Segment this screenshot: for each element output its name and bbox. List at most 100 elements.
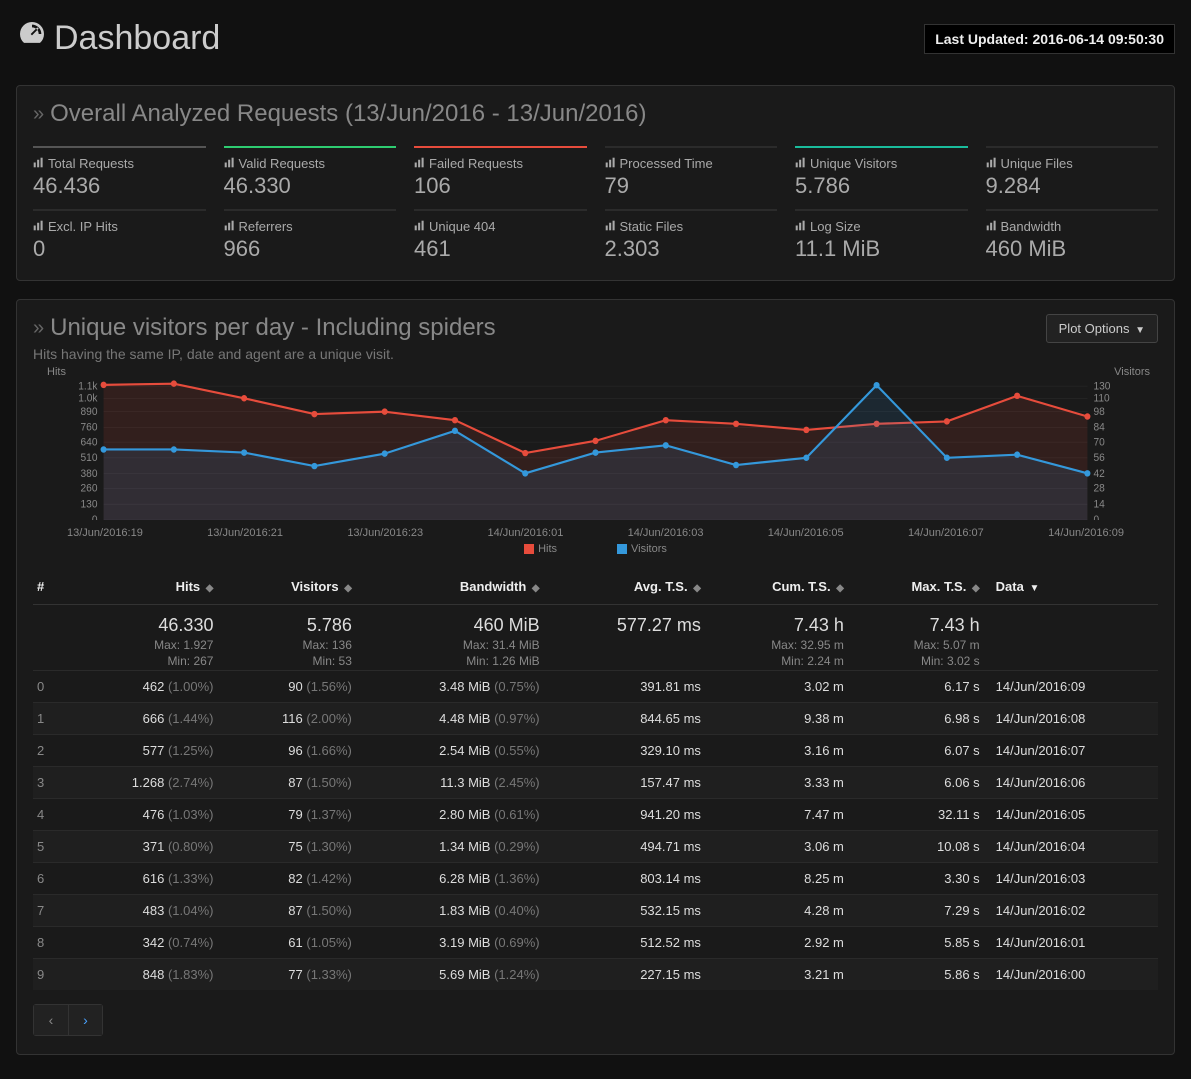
col-avg-t-s-[interactable]: Avg. T.S. ◆ (548, 569, 709, 605)
stat-referrers: Referrers966 (224, 209, 397, 262)
stat-excl-ip-hits: Excl. IP Hits 0 (33, 209, 206, 262)
stat-unique-visitors: Unique Visitors 5.786 (795, 146, 968, 199)
stat-label: Unique 404 (414, 219, 587, 234)
visitors-panel: » Unique visitors per day - Including sp… (16, 299, 1175, 1055)
chevrons-icon: » (33, 103, 44, 126)
visitors-chart: Hits Visitors 00130142602838042510566407… (67, 380, 1124, 555)
stat-value: 46.330 (224, 173, 397, 199)
sort-icon: ◆ (532, 583, 540, 594)
svg-text:28: 28 (1094, 483, 1105, 494)
stat-label: Unique Visitors (795, 156, 968, 171)
table-row[interactable]: 31.268 (2.74%)87 (1.50%)11.3 MiB (2.45%)… (33, 767, 1158, 799)
chart-legend: Hits Visitors (67, 543, 1124, 555)
bar-chart-icon (414, 156, 425, 171)
svg-text:56: 56 (1094, 453, 1105, 464)
svg-text:130: 130 (81, 499, 98, 510)
table-body: 46.3305.786460 MiB577.27 ms7.43 h7.43 hM… (33, 605, 1158, 991)
sort-icon: ◆ (972, 583, 980, 594)
sort-icon: ◆ (693, 583, 701, 594)
plot-options-button[interactable]: Plot Options ▼ (1046, 314, 1158, 343)
overall-panel: » Overall Analyzed Requests (13/Jun/2016… (16, 85, 1175, 281)
col-cum-t-s-[interactable]: Cum. T.S. ◆ (709, 569, 852, 605)
bar-chart-icon (33, 156, 44, 171)
stat-processed-time: Processed Time79 (605, 146, 778, 199)
stat-value: 79 (605, 173, 778, 199)
stat-value: 461 (414, 236, 587, 262)
col-max-t-s-[interactable]: Max. T.S. ◆ (852, 569, 988, 605)
table-row[interactable]: 4476 (1.03%)79 (1.37%)2.80 MiB (0.61%)94… (33, 799, 1158, 831)
chevrons-icon: » (33, 317, 44, 340)
stat-static-files: Static Files2.303 (605, 209, 778, 262)
stat-total-requests: Total Requests 46.436 (33, 146, 206, 199)
svg-text:14: 14 (1094, 499, 1105, 510)
table-row[interactable]: 8342 (0.74%)61 (1.05%)3.19 MiB (0.69%)51… (33, 927, 1158, 959)
bar-chart-icon (605, 156, 616, 171)
table-row[interactable]: 7483 (1.04%)87 (1.50%)1.83 MiB (0.40%)53… (33, 895, 1158, 927)
page-prev-button[interactable]: ‹ (34, 1005, 68, 1035)
col-data[interactable]: Data ▼ (988, 569, 1158, 605)
svg-text:1.0k: 1.0k (78, 393, 98, 404)
svg-text:42: 42 (1094, 469, 1105, 480)
page-next-button[interactable]: › (68, 1005, 102, 1035)
visitors-table: #Hits ◆Visitors ◆Bandwidth ◆Avg. T.S. ◆C… (33, 569, 1158, 990)
table-row[interactable]: 5371 (0.80%)75 (1.30%)1.34 MiB (0.29%)49… (33, 831, 1158, 863)
stat-grid: Total Requests46.436Valid Requests46.330… (33, 146, 1158, 262)
table-row[interactable]: 9848 (1.83%)77 (1.33%)5.69 MiB (1.24%)22… (33, 959, 1158, 991)
svg-text:380: 380 (81, 469, 98, 480)
bar-chart-icon (605, 219, 616, 234)
col-visitors[interactable]: Visitors ◆ (221, 569, 359, 605)
stat-label: Total Requests (33, 156, 206, 171)
stat-label: Bandwidth (986, 219, 1159, 234)
stat-value: 0 (33, 236, 206, 262)
bar-chart-icon (795, 219, 806, 234)
svg-text:130: 130 (1094, 381, 1111, 392)
dashboard-icon (16, 18, 48, 59)
last-updated-badge: Last Updated: 2016-06-14 09:50:30 (924, 24, 1175, 54)
bar-chart-icon (986, 219, 997, 234)
bar-chart-icon (414, 219, 425, 234)
caret-down-icon: ▼ (1029, 583, 1039, 594)
table-row[interactable]: 2577 (1.25%)96 (1.66%)2.54 MiB (0.55%)32… (33, 735, 1158, 767)
stat-failed-requests: Failed Requests 106 (414, 146, 587, 199)
overall-panel-title: » Overall Analyzed Requests (13/Jun/2016… (33, 100, 1158, 128)
stat-label: Excl. IP Hits (33, 219, 206, 234)
stat-value: 5.786 (795, 173, 968, 199)
sort-icon: ◆ (206, 583, 214, 594)
stat-unique-404: Unique 404 461 (414, 209, 587, 262)
y-axis-left-label: Hits (47, 366, 66, 378)
svg-text:510: 510 (81, 453, 98, 464)
page-title: Dashboard (16, 18, 220, 59)
legend-color-visitors (617, 544, 627, 554)
stat-unique-files: Unique Files9.284 (986, 146, 1159, 199)
svg-text:760: 760 (81, 422, 98, 433)
stat-label: Referrers (224, 219, 397, 234)
stat-label: Failed Requests (414, 156, 587, 171)
bar-chart-icon (33, 219, 44, 234)
table-header-row: #Hits ◆Visitors ◆Bandwidth ◆Avg. T.S. ◆C… (33, 569, 1158, 605)
y-axis-right-label: Visitors (1114, 366, 1150, 378)
stat-value: 9.284 (986, 173, 1159, 199)
col-hits[interactable]: Hits ◆ (64, 569, 221, 605)
bar-chart-icon (224, 219, 235, 234)
visitors-panel-subtitle: Hits having the same IP, date and agent … (33, 346, 496, 362)
stat-value: 106 (414, 173, 587, 199)
col--[interactable]: # (33, 569, 64, 605)
chart-x-labels: 13/Jun/2016:1913/Jun/2016:2113/Jun/2016:… (67, 523, 1124, 539)
svg-text:70: 70 (1094, 437, 1105, 448)
table-row[interactable]: 6616 (1.33%)82 (1.42%)6.28 MiB (1.36%)80… (33, 863, 1158, 895)
pager: ‹ › (33, 1004, 103, 1036)
svg-text:640: 640 (81, 437, 98, 448)
svg-text:1.1k: 1.1k (78, 381, 98, 392)
stat-log-size: Log Size11.1 MiB (795, 209, 968, 262)
bar-chart-icon (224, 156, 235, 171)
table-row[interactable]: 1666 (1.44%)116 (2.00%)4.48 MiB (0.97%)8… (33, 703, 1158, 735)
col-bandwidth[interactable]: Bandwidth ◆ (360, 569, 548, 605)
legend-color-hits (524, 544, 534, 554)
page-title-text: Dashboard (54, 19, 220, 58)
page-header: Dashboard Last Updated: 2016-06-14 09:50… (16, 0, 1175, 67)
sort-icon: ◆ (344, 583, 352, 594)
stat-bandwidth: Bandwidth460 MiB (986, 209, 1159, 262)
svg-text:890: 890 (81, 407, 98, 418)
stat-value: 46.436 (33, 173, 206, 199)
table-row[interactable]: 0462 (1.00%)90 (1.56%)3.48 MiB (0.75%)39… (33, 671, 1158, 703)
